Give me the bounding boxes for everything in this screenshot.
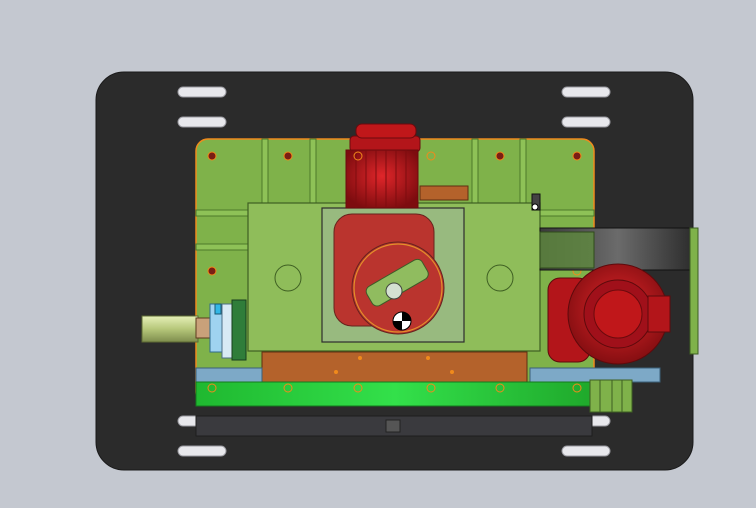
gearbox-port-left [274, 264, 302, 292]
copper-base-block[interactable] [261, 351, 528, 383]
center-of-mass-icon [392, 311, 412, 331]
mounting-slot[interactable] [177, 116, 227, 128]
output-shaft[interactable] [141, 315, 199, 343]
model-canvas[interactable] [0, 0, 756, 508]
mounting-slot[interactable] [177, 445, 227, 457]
gearbox-port-right [486, 264, 514, 292]
rail-left[interactable] [195, 367, 263, 383]
mounting-slot[interactable] [561, 86, 611, 98]
green-base-bar[interactable] [195, 381, 595, 407]
cad-graphics-viewport[interactable] [0, 0, 756, 508]
mounting-slot[interactable] [561, 445, 611, 457]
inner-motor[interactable] [333, 213, 445, 335]
mounting-slot[interactable] [561, 116, 611, 128]
coordinate-triad-icon [531, 193, 541, 211]
mounting-slot[interactable] [177, 86, 227, 98]
rail-bolt [385, 419, 401, 433]
